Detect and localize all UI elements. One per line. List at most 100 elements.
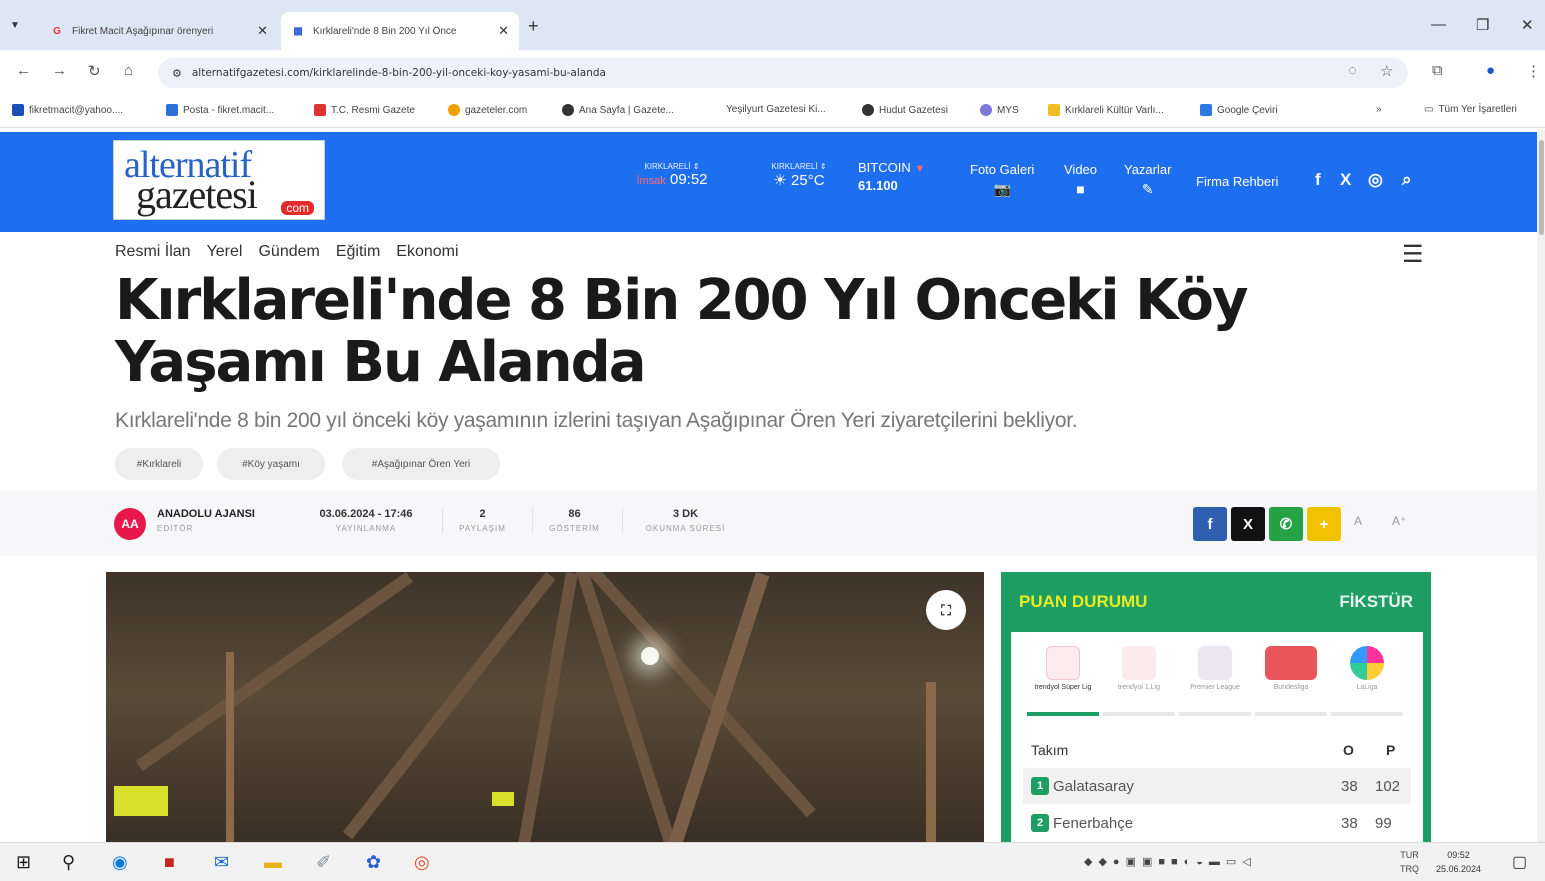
publish-date-stat: 03.06.2024 - 17:46 YAYINLANMA (319, 508, 413, 533)
roof-beam (654, 572, 770, 842)
author-info[interactable]: ANADOLU AJANSI EDİTÖR (157, 508, 255, 533)
standings-table-header: Takım O P (1031, 742, 1396, 758)
roof-beam (135, 572, 413, 772)
category-link[interactable]: Gündem (258, 243, 319, 261)
notifications-icon[interactable]: ▢ (1512, 852, 1527, 872)
fullscreen-expand-icon[interactable]: ⛶ (926, 590, 966, 630)
search-icon[interactable]: ⚲ (62, 852, 75, 873)
all-bookmarks-button[interactable]: ▭ Tüm Yer İşaretleri (1424, 104, 1517, 115)
chrome-icon[interactable]: ◎ (414, 852, 430, 873)
bookmark-item[interactable]: Ana Sayfa | Gazete... (562, 104, 674, 116)
share-more-button[interactable]: + (1307, 507, 1341, 541)
category-link[interactable]: Resmi İlan (115, 243, 191, 261)
nav-authors[interactable]: Yazarlar ✎ (1124, 162, 1171, 198)
system-clock[interactable]: 09:52 25.06.2024 (1436, 848, 1481, 876)
bookmark-item[interactable]: Yeşilyurt Gazetesi Ki... (726, 104, 826, 115)
category-link[interactable]: Eğitim (336, 243, 380, 261)
weather-widget[interactable]: KIRKLARELİ ⇕ ☀ 25°C (754, 162, 844, 189)
system-tray-icons[interactable]: ◆◆●▣▣■■◐◒▬▭◁ (1084, 855, 1257, 868)
fixture-tab[interactable]: FİKSTÜR (1339, 592, 1413, 612)
browser-tab-google[interactable]: G Fikret Macit Aşağıpınar örenyeri ✕ (40, 12, 278, 50)
bookmark-item[interactable]: Hudut Gazetesi (862, 104, 948, 116)
app-icon[interactable]: ✿ (366, 852, 381, 873)
standings-tab[interactable]: PUAN DURUMU (1019, 592, 1147, 612)
standings-row[interactable]: 2 Fenerbahçe 38 99 (1023, 805, 1411, 841)
bitcoin-widget[interactable]: BITCOIN ▼ 61.100 (858, 160, 938, 193)
tab-title: Kırklareli'nde 8 Bin 200 Yıl Önce (313, 25, 457, 37)
sun-icon: ☀ (773, 172, 787, 189)
tab-search-icon[interactable]: ▼ (10, 20, 20, 31)
bookmark-star-icon[interactable]: ☆ (1380, 62, 1393, 80)
address-bar[interactable]: ⚙ alternatifgazetesi.com/kirklarelinde-8… (158, 58, 1408, 88)
search-icon[interactable]: ⌕ (1402, 170, 1412, 190)
close-tab-icon[interactable]: ✕ (498, 23, 509, 39)
share-facebook-button[interactable]: f (1193, 507, 1227, 541)
minimize-icon[interactable]: — (1431, 16, 1446, 33)
tag-chip[interactable]: #Kırklareli (115, 448, 203, 480)
league-tab-indicator (1027, 712, 1099, 716)
league-tab[interactable]: Bundesliga (1255, 646, 1327, 691)
page-scrollbar[interactable] (1537, 130, 1545, 842)
restore-icon[interactable]: ❐ (1476, 16, 1489, 34)
home-icon[interactable]: ⌂ (124, 62, 133, 79)
scrollbar-thumb[interactable] (1539, 140, 1544, 235)
category-nav: Resmi İlan Yerel Gündem Eğitim Ekonomi (115, 243, 459, 261)
league-tab[interactable]: trendyol 1.Lig (1103, 646, 1175, 691)
bookmark-item[interactable]: fikretmacit@yahoo.... (12, 104, 123, 116)
tag-chip[interactable]: #Köy yaşamı (217, 448, 325, 480)
site-header: alternatif gazetesi com KIRKLARELİ ⇕ İms… (0, 132, 1537, 232)
site-info-icon[interactable]: ⚙ (172, 67, 182, 80)
share-x-button[interactable]: X (1231, 507, 1265, 541)
nav-photo-gallery[interactable]: Foto Galeri 📷 (970, 162, 1034, 198)
league-tab[interactable]: LaLiga (1331, 646, 1403, 691)
share-whatsapp-button[interactable]: ✆ (1269, 507, 1303, 541)
hamburger-menu-icon[interactable]: ☰ (1402, 240, 1424, 269)
extensions-icon[interactable]: ⧉ (1432, 62, 1443, 79)
profile-icon[interactable]: ● (1486, 62, 1495, 79)
bookmark-item[interactable]: T.C. Resmi Gazete (314, 104, 415, 116)
bookmark-item[interactable]: gazeteler.com (448, 104, 527, 116)
browser-tab-article[interactable]: ▦ Kırklareli'nde 8 Bin 200 Yıl Önce ✕ (281, 12, 519, 50)
language-indicator[interactable]: TUR TRQ (1400, 848, 1419, 876)
globe-icon (562, 104, 574, 116)
standings-row[interactable]: 1 Galatasaray 38 102 (1023, 768, 1411, 804)
prayer-time-widget[interactable]: KIRKLARELİ ⇕ İmsak 09:52 (622, 162, 722, 188)
info-sign (492, 792, 514, 806)
font-increase-button[interactable]: A⁺ (1392, 514, 1406, 528)
bookmark-item[interactable]: Posta - fikret.macit... (166, 104, 274, 116)
eye-off-icon[interactable]: ◌ (1348, 62, 1357, 79)
tag-chip[interactable]: #Aşağıpınar Ören Yeri (342, 448, 500, 480)
bookmark-item[interactable]: MYS (980, 104, 1019, 116)
league-tab-indicator (1331, 712, 1403, 716)
windows-start-icon[interactable]: ⊞ (16, 852, 31, 873)
category-link[interactable]: Ekonomi (396, 243, 458, 261)
bookmarks-overflow-button[interactable]: » (1376, 104, 1382, 115)
back-icon[interactable]: ← (16, 62, 31, 79)
nav-video[interactable]: Video ■ (1064, 162, 1097, 197)
site-logo[interactable]: alternatif gazetesi com (113, 140, 325, 220)
instagram-icon[interactable]: ◎ (1368, 170, 1383, 190)
category-link[interactable]: Yerel (207, 243, 243, 261)
facebook-icon[interactable]: f (1315, 170, 1321, 190)
league-tab[interactable]: Premier League (1179, 646, 1251, 691)
pdf-reader-icon[interactable]: ■ (164, 852, 175, 873)
edge-icon[interactable]: ◉ (112, 852, 128, 873)
browser-toolbar: ← → ↻ ⌂ ⚙ alternatifgazetesi.com/kirklar… (0, 50, 1545, 96)
x-twitter-icon[interactable]: X (1340, 170, 1351, 190)
menu-kebab-icon[interactable]: ⋮ (1526, 62, 1541, 80)
font-decrease-button[interactable]: A (1354, 514, 1362, 528)
new-tab-icon[interactable]: + (528, 16, 539, 37)
mail-app-icon[interactable]: ✉ (214, 852, 229, 873)
bookmark-item[interactable]: Google Çeviri (1200, 104, 1278, 116)
paint-icon[interactable]: ✐ (316, 852, 331, 873)
first-league-logo-icon (1122, 646, 1156, 680)
forward-icon[interactable]: → (52, 62, 67, 79)
author-avatar[interactable]: AA (114, 508, 146, 540)
nav-firm-guide[interactable]: Firma Rehberi (1196, 174, 1278, 189)
league-tab[interactable]: trendyol Süper Lig (1027, 646, 1099, 691)
close-window-icon[interactable]: ✕ (1521, 16, 1534, 34)
file-explorer-icon[interactable]: ▬ (264, 852, 282, 873)
reload-icon[interactable]: ↻ (88, 62, 101, 80)
bookmark-item[interactable]: Kırklareli Kültür Varlı... (1048, 104, 1164, 116)
close-tab-icon[interactable]: ✕ (257, 23, 268, 39)
